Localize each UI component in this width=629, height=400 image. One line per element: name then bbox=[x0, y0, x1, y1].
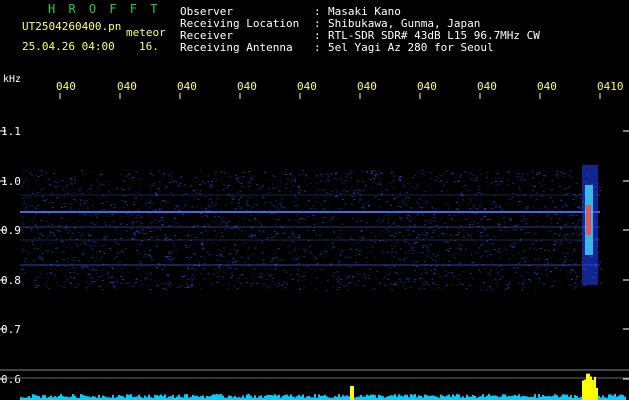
spectrogram-noise bbox=[20, 170, 602, 291]
spectrogram-plot bbox=[0, 93, 629, 400]
meteor-echo bbox=[582, 165, 598, 285]
tick-marks bbox=[0, 93, 629, 380]
